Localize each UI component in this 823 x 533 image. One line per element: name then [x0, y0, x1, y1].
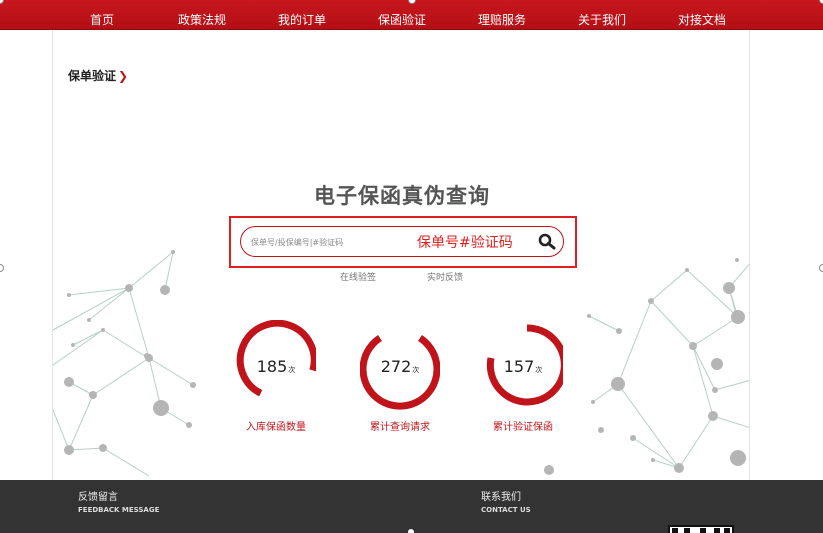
nav-item-docs[interactable]: 对接文档 — [652, 0, 752, 30]
resize-handle[interactable] — [408, 529, 414, 533]
main-nav: 首页 政策法规 我的订单 保函验证 理赔服务 关于我们 对接文档 — [52, 0, 752, 30]
stat-label: 累计查询请求 — [370, 422, 430, 433]
stat-label: 入库保函数量 — [246, 422, 306, 433]
nav-item-verify[interactable]: 保函验证 — [352, 0, 452, 30]
resize-handle[interactable] — [0, 264, 4, 272]
page-title: 电子保函真伪查询 — [314, 184, 490, 208]
nav-item-about[interactable]: 关于我们 — [552, 0, 652, 30]
nav-item-home[interactable]: 首页 — [52, 0, 152, 30]
page: 首页 政策法规 我的订单 保函验证 理赔服务 关于我们 对接文档 保单验证 ❯ … — [0, 0, 823, 533]
nav-item-policies[interactable]: 政策法规 — [152, 0, 252, 30]
search-icon[interactable] — [537, 232, 557, 252]
nav-item-claims[interactable]: 理赔服务 — [452, 0, 552, 30]
breadcrumb: 保单验证 ❯ — [68, 67, 128, 84]
stat-item: 185次 入库保函数量 — [236, 320, 326, 433]
resize-handle[interactable] — [819, 264, 823, 272]
stat-value: 157次 — [503, 357, 543, 376]
stat-value: 185次 — [256, 357, 296, 376]
contact-subtitle: CONTACT US — [481, 506, 531, 514]
search-input[interactable] — [251, 233, 411, 251]
search-bar: 保单号#验证码 — [240, 226, 564, 257]
chevron-right-icon: ❯ — [118, 69, 129, 83]
stat-value: 272次 — [380, 357, 420, 376]
feedback-subtitle: FEEDBACK MESSAGE — [78, 506, 160, 514]
search-annotation-text: 保单号#验证码 — [417, 235, 513, 251]
contact-title: 联系我们 — [481, 492, 521, 503]
breadcrumb-label: 保单验证 — [68, 69, 117, 83]
stat-label: 累计验证保函 — [493, 422, 553, 433]
resize-handle[interactable] — [819, 0, 823, 4]
nav-item-orders[interactable]: 我的订单 — [252, 0, 352, 30]
main-content: 保单验证❯ 电子保函真伪查询 保单号#验证码 在线验签 实时反馈 185次 入库… — [52, 30, 750, 480]
stat-item: 157次 累计验证保函 — [483, 320, 573, 433]
resize-handle[interactable] — [0, 0, 4, 4]
online-verify-link[interactable]: 在线验签 — [340, 270, 376, 283]
footer: 反馈留言 FEEDBACK MESSAGE 联系我们 CONTACT US — [0, 480, 823, 533]
top-nav-bar: 首页 政策法规 我的订单 保函验证 理赔服务 关于我们 对接文档 — [0, 0, 823, 30]
qr-code-icon — [668, 525, 734, 533]
feedback-title: 反馈留言 — [78, 492, 118, 503]
stat-item: 272次 累计查询请求 — [360, 320, 450, 433]
realtime-feedback-link[interactable]: 实时反馈 — [427, 270, 463, 283]
